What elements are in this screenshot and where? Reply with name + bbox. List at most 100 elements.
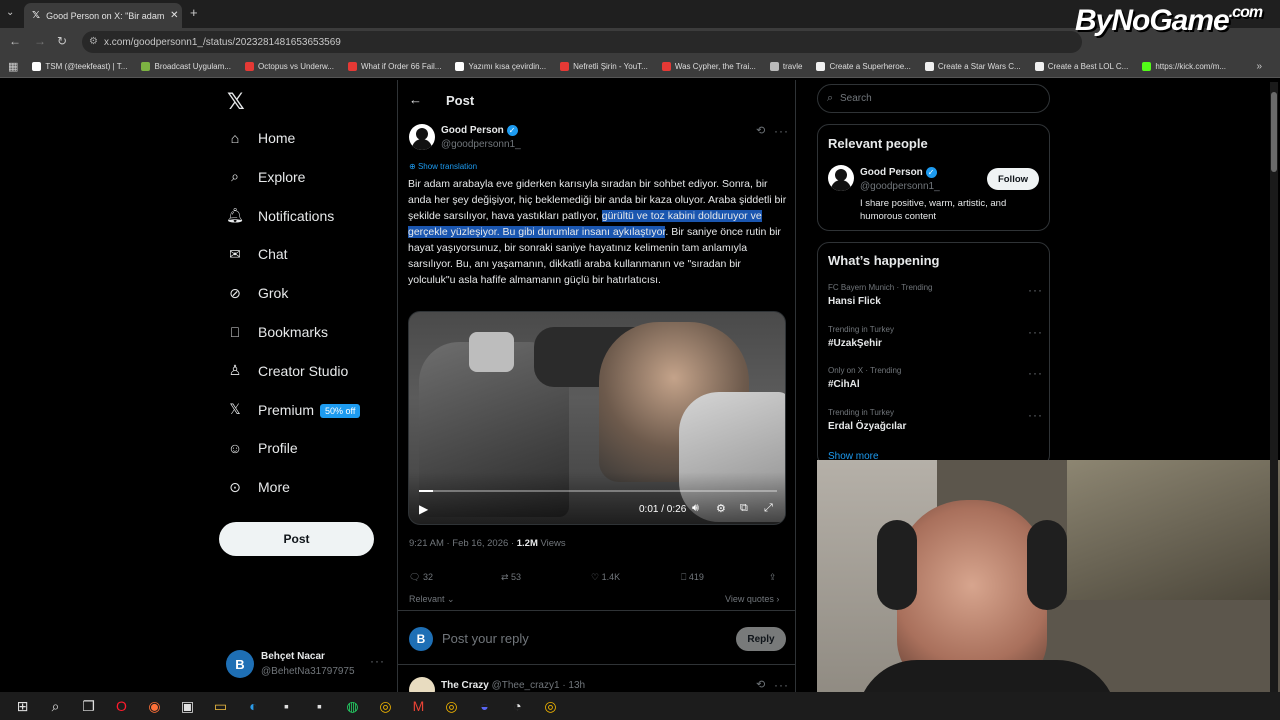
edge-icon[interactable]: ◐ [237, 698, 270, 714]
back-icon[interactable]: ← [9, 34, 21, 48]
like-count: 1.4K [601, 572, 621, 582]
tab-search-icon[interactable]: ⌄ [6, 7, 14, 18]
author-name-row[interactable]: Good Person ✓ [441, 125, 518, 136]
trend-more-icon[interactable]: ··· [1028, 283, 1043, 297]
windows-icon[interactable]: ⊞ [6, 698, 39, 715]
person-name-row[interactable]: Good Person ✓ [860, 167, 937, 178]
account-more-icon[interactable]: ··· [370, 654, 385, 668]
whatsapp-icon[interactable]: ◍ [336, 698, 369, 715]
address-bar[interactable]: ⚙ x.com/goodpersonn1_/status/20232814816… [82, 31, 1082, 53]
trend-more-icon[interactable]: ··· [1028, 366, 1043, 380]
discord-icon[interactable]: ◒ [468, 698, 501, 714]
forward-icon[interactable]: → [34, 34, 46, 48]
nav-item-grok[interactable]: ⊘ Grok [226, 284, 288, 302]
view-quotes-link[interactable]: View quotes › [725, 594, 779, 604]
nav-item-home[interactable]: ⌂ Home [226, 129, 296, 147]
trend-item[interactable]: Trending in Turkey #UzakŞehir ··· [828, 325, 1043, 349]
repost-action[interactable]: ⇄ 53 [501, 572, 521, 583]
gmail-icon[interactable]: M [402, 698, 435, 714]
chrome-icon[interactable]: ◎ [369, 698, 402, 715]
chrome-icon[interactable]: ◎ [435, 698, 468, 715]
account-switcher[interactable]: B Behçet Nacar @BehetNa31797975 ··· [226, 648, 386, 682]
nav-item-premium[interactable]: 𝕏 Premium [226, 401, 314, 419]
back-arrow-icon[interactable]: ← [409, 92, 422, 107]
nav-item-bookmarks[interactable]: ⎕ Bookmarks [226, 323, 328, 341]
browser-tab[interactable]: 𝕏 Good Person on X: "Bir adam a ✕ [24, 3, 182, 28]
person-avatar[interactable] [828, 165, 854, 191]
bookmark-item[interactable]: Yazımı kısa çevirdin... [455, 62, 546, 71]
bookmarks-overflow-icon[interactable]: » [1256, 61, 1262, 72]
taskview-icon[interactable]: ❐ [72, 698, 105, 715]
trend-item[interactable]: Only on X · Trending #CihAl ··· [828, 366, 1043, 390]
author-avatar[interactable] [409, 124, 435, 150]
app-icon[interactable]: ▪ [303, 698, 336, 714]
bookmark-item[interactable]: TSM (@teekfeast) | T... [32, 62, 127, 71]
bookmark-item[interactable]: Create a Superheroe... [816, 62, 911, 71]
nav-item-creator-studio[interactable]: ♙ Creator Studio [226, 362, 349, 380]
nav-item-explore[interactable]: ⌕ Explore [226, 168, 305, 186]
post-more-icon[interactable]: ··· [774, 124, 789, 138]
trend-more-icon[interactable]: ··· [1028, 325, 1043, 339]
bookmark-label: TSM (@teekfeast) | T... [45, 62, 128, 71]
video-player[interactable]: ▶ 0:01 / 0:26 🔊︎ ⚙ ⧉ ⤢ [408, 311, 786, 525]
follow-button[interactable]: Follow [987, 168, 1039, 190]
fullscreen-icon[interactable]: ⤢ [764, 502, 773, 515]
grok-action-icon[interactable]: ⟲ [756, 124, 765, 137]
volume-icon[interactable]: 🔊︎ [692, 502, 699, 515]
tab-close-icon[interactable]: ✕ [170, 10, 178, 21]
trend-item[interactable]: Trending in Turkey Erdal Özyağcılar ··· [828, 408, 1043, 432]
obs-icon[interactable]: ◔ [501, 698, 534, 714]
nav-item-more[interactable]: ⊙ More [226, 478, 290, 496]
nav-item-chat[interactable]: ✉ Chat [226, 245, 287, 263]
like-action[interactable]: ♡ 1.4K [591, 572, 620, 583]
new-tab-icon[interactable]: + [190, 5, 198, 20]
nav-item-profile[interactable]: ☺ Profile [226, 439, 298, 457]
views-label: Views [537, 538, 566, 549]
play-icon[interactable]: ▶ [419, 502, 428, 516]
bookmark-item[interactable]: What if Order 66 Fail... [348, 62, 441, 71]
nav-item-notifications[interactable]: 🔔︎ Notifications [226, 207, 334, 225]
bookmark-item[interactable]: Create a Best LOL C... [1034, 62, 1128, 71]
settings-icon[interactable]: ⚙ [716, 502, 726, 515]
bookmark-item[interactable]: https://kick.com/m... [1142, 62, 1226, 71]
firefox-icon[interactable]: ◉ [138, 698, 171, 715]
video-progress-track[interactable] [419, 490, 777, 492]
search-box[interactable]: ⌕ Search [817, 84, 1050, 113]
opera-icon[interactable]: O [105, 698, 138, 714]
search-icon[interactable]: ⌕ [39, 698, 72, 715]
trend-more-icon[interactable]: ··· [1028, 408, 1043, 422]
relevant-sort[interactable]: Relevant ⌄ [409, 594, 455, 605]
trend-item[interactable]: FC Bayern Munich · Trending Hansi Flick ··… [828, 283, 1043, 307]
reply-input[interactable]: Post your reply [442, 631, 529, 646]
bookmark-item[interactable]: Was Cypher, the Trai... [661, 62, 756, 71]
reply-button[interactable]: Reply [736, 627, 786, 651]
post-button[interactable]: Post [219, 522, 374, 556]
reply-grok-icon[interactable]: ⟲ [756, 678, 765, 691]
bookmark-item[interactable]: Broadcast Uygulam... [141, 62, 231, 71]
explorer-icon[interactable]: ▭ [204, 698, 237, 715]
pip-icon[interactable]: ⧉ [740, 502, 748, 515]
bookmark-item[interactable]: Nefretli Şirin - YouT... [560, 62, 648, 71]
store-icon[interactable]: ▣ [171, 698, 204, 715]
site-info-icon[interactable]: ⚙ [89, 36, 98, 47]
bookmark-action[interactable]: ⎕ 419 [681, 572, 704, 583]
bookmark-label: https://kick.com/m... [1155, 62, 1227, 71]
search-input[interactable]: Search [840, 93, 872, 104]
reply-author-name[interactable]: The Crazy [441, 680, 489, 691]
app-icon[interactable]: ▪ [270, 698, 303, 714]
chrome-icon[interactable]: ◎ [534, 698, 567, 715]
apps-grid-icon[interactable]: ▦ [8, 60, 18, 73]
page-scrollbar[interactable] [1270, 82, 1278, 702]
bookmark-item[interactable]: travle [769, 62, 802, 71]
bookmark-item[interactable]: Create a Star Wars C... [924, 62, 1021, 71]
reload-icon[interactable]: ↻ [57, 34, 67, 48]
watermark-logo: ByNoGame.com [1075, 4, 1263, 38]
x-logo-icon[interactable]: 𝕏 [227, 89, 245, 115]
show-translation-link[interactable]: ⊕ Show translation [409, 162, 477, 171]
bookmark-item[interactable]: Octopus vs Underw... [244, 62, 334, 71]
reply-more-icon[interactable]: ··· [774, 678, 789, 692]
scrollbar-thumb[interactable] [1271, 92, 1277, 172]
account-name: Behçet Nacar [261, 651, 325, 662]
reply-action[interactable]: 🗨︎ 32 [409, 572, 433, 583]
share-icon[interactable]: ⇪ [769, 572, 777, 583]
